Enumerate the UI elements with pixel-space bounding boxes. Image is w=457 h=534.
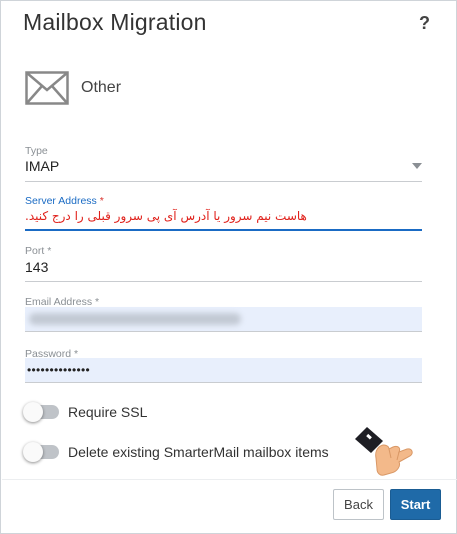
mail-envelope-icon bbox=[25, 71, 69, 105]
footer-divider bbox=[2, 479, 457, 480]
require-ssl-label: Require SSL bbox=[68, 404, 148, 420]
type-label: Type bbox=[25, 145, 48, 157]
password-field[interactable]: Password * •••••••••••••• bbox=[25, 347, 422, 383]
blurred-email-value bbox=[29, 313, 241, 325]
server-address-note: هاست نیم سرور یا آدرس آی پی سرور قبلی را… bbox=[25, 209, 307, 223]
toggle-knob bbox=[23, 442, 43, 462]
require-ssl-toggle[interactable] bbox=[23, 402, 59, 422]
password-input[interactable]: •••••••••••••• bbox=[25, 358, 422, 383]
require-ssl-row[interactable]: Require SSL bbox=[23, 402, 148, 422]
dropdown-caret-icon[interactable] bbox=[412, 163, 422, 169]
type-value: IMAP bbox=[25, 158, 60, 174]
server-address-label: Server Address * bbox=[25, 195, 104, 207]
server-address-field[interactable]: Server Address * هاست نیم سرور یا آدرس آ… bbox=[25, 194, 422, 231]
delete-existing-toggle[interactable] bbox=[23, 442, 59, 462]
password-value: •••••••••••••• bbox=[27, 363, 91, 377]
port-field[interactable]: Port * 143 bbox=[25, 244, 422, 282]
start-button[interactable]: Start bbox=[390, 489, 441, 520]
help-button[interactable]: ? bbox=[419, 13, 430, 34]
dialog-title: Mailbox Migration bbox=[23, 9, 207, 35]
port-value: 143 bbox=[25, 259, 49, 275]
port-label: Port * bbox=[25, 245, 52, 257]
toggle-knob bbox=[23, 402, 43, 422]
provider-label: Other bbox=[81, 79, 122, 96]
type-select[interactable]: Type IMAP bbox=[25, 144, 422, 182]
delete-existing-label: Delete existing SmarterMail mailbox item… bbox=[68, 444, 329, 460]
email-address-input[interactable] bbox=[25, 307, 422, 332]
hand-pointer-icon bbox=[353, 425, 415, 484]
delete-existing-row[interactable]: Delete existing SmarterMail mailbox item… bbox=[23, 442, 329, 462]
provider-option[interactable]: Other bbox=[25, 70, 121, 106]
migration-dialog: Mailbox Migration ? Other Type IMAP Serv… bbox=[0, 0, 457, 534]
back-button[interactable]: Back bbox=[333, 489, 384, 520]
email-address-field[interactable]: Email Address * bbox=[25, 295, 422, 332]
